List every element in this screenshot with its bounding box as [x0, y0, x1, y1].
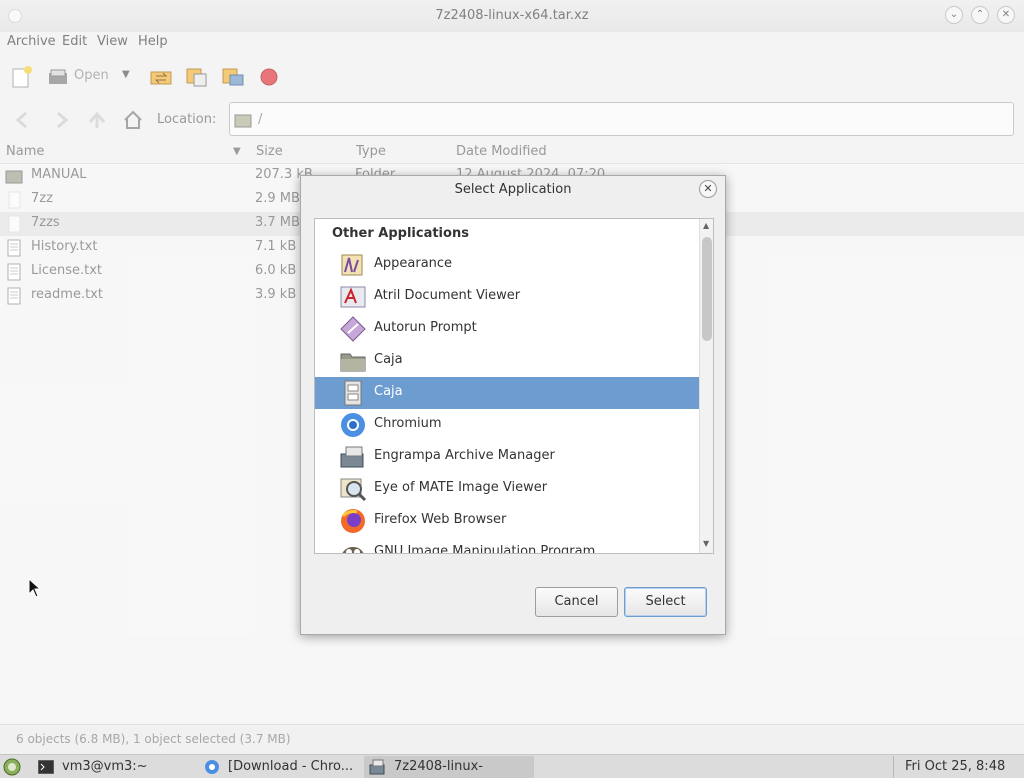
file-cabinet-icon — [344, 380, 362, 406]
app-item-eom[interactable]: Eye of MATE Image Viewer — [315, 473, 699, 505]
scrollbar-thumb[interactable] — [702, 237, 712, 341]
scroll-up-icon[interactable]: ▲ — [703, 221, 709, 230]
app-item-atril[interactable]: Atril Document Viewer — [315, 281, 699, 313]
taskbar-item-terminal[interactable]: vm3@vm3:~ — [34, 756, 196, 778]
chromium-icon — [205, 760, 219, 774]
app-item-engrampa[interactable]: Engrampa Archive Manager — [315, 441, 699, 473]
clock[interactable]: Fri Oct 25, 8:48 AM — [905, 756, 1024, 778]
dialog-close-icon[interactable]: ✕ — [699, 180, 717, 198]
show-desktop-icon[interactable] — [2, 757, 22, 777]
taskbar-item-chromium[interactable]: [Download - Chro... — [200, 756, 360, 778]
app-item-firefox[interactable]: Firefox Web Browser — [315, 505, 699, 537]
app-item-caja-folder[interactable]: Caja — [315, 345, 699, 377]
app-item-gimp[interactable]: GNU Image Manipulation Program — [315, 537, 699, 553]
app-item-appearance[interactable]: Appearance — [315, 249, 699, 281]
chromium-icon — [341, 413, 365, 437]
archive-manager-icon — [340, 446, 364, 468]
app-item-autorun[interactable]: Autorun Prompt — [315, 313, 699, 345]
app-list-scrollbar[interactable]: ▲ ▼ — [699, 219, 713, 553]
application-list: Other Applications Appearance Atril Docu… — [314, 218, 714, 554]
select-application-dialog: Select Application ✕ Other Applications … — [300, 175, 726, 635]
image-viewer-icon — [340, 478, 367, 502]
select-button[interactable]: Select — [624, 587, 707, 617]
taskbar-item-archive-manager[interactable]: 7z2408-linux-x64.ta... — [364, 756, 534, 778]
archive-manager-icon — [369, 759, 385, 775]
cancel-button[interactable]: Cancel — [535, 587, 618, 617]
scroll-down-icon[interactable]: ▼ — [703, 539, 709, 548]
autorun-icon — [340, 316, 366, 342]
gimp-icon — [342, 547, 364, 553]
section-header: Other Applications — [332, 226, 469, 241]
panel-separator — [893, 756, 894, 778]
appearance-icon — [341, 254, 363, 276]
dialog-title: Select Application — [454, 182, 572, 197]
terminal-icon — [38, 760, 54, 774]
app-item-chromium[interactable]: Chromium — [315, 409, 699, 441]
folder-icon — [340, 353, 366, 372]
bottom-panel: vm3@vm3:~ [Download - Chro... 7z2408-lin… — [0, 754, 1024, 778]
app-item-caja-selected[interactable]: Caja — [315, 377, 699, 409]
mouse-cursor-icon — [28, 578, 42, 598]
firefox-icon — [341, 509, 365, 533]
atril-icon — [340, 286, 366, 308]
